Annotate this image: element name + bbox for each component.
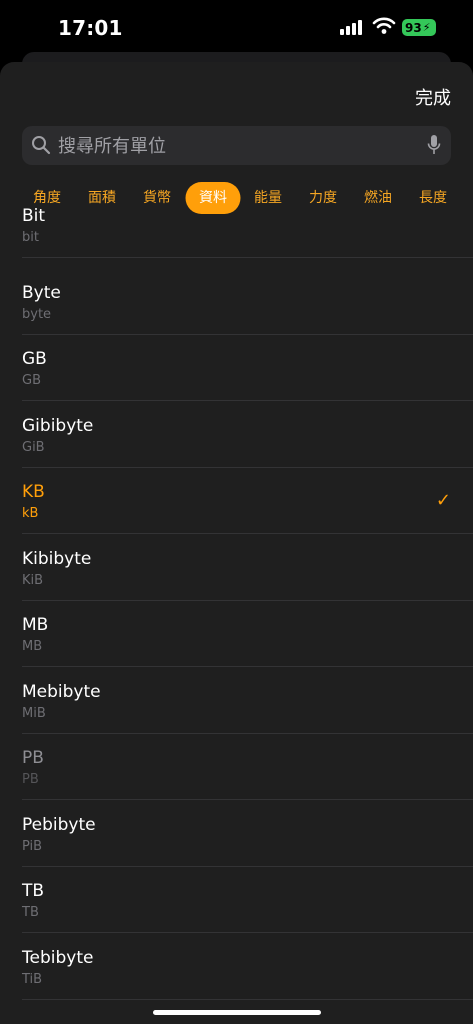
- unit-picker-sheet: 完成 角度 面積 貨幣 資料 能量 力度 燃油 長度 Bit bit Byte …: [0, 62, 473, 1024]
- unit-symbol: GiB: [22, 440, 45, 455]
- battery-level: 93: [405, 20, 422, 35]
- unit-symbol: kB: [22, 506, 39, 521]
- unit-row-tb[interactable]: TB TB: [0, 867, 473, 933]
- row-divider: [22, 533, 473, 534]
- row-divider: [22, 932, 473, 933]
- unit-row-mb[interactable]: MB MB: [0, 601, 473, 667]
- unit-row-kibibyte[interactable]: Kibibyte KiB: [0, 535, 473, 601]
- unit-name: Pebibyte: [22, 815, 96, 835]
- unit-row-pb[interactable]: PB PB: [0, 734, 473, 800]
- unit-name: KB: [22, 482, 45, 502]
- unit-symbol: bit: [22, 230, 39, 245]
- unit-name: MB: [22, 615, 49, 635]
- unit-row-gb[interactable]: GB GB: [0, 335, 473, 401]
- done-button[interactable]: 完成: [415, 84, 451, 110]
- unit-row-gibibyte[interactable]: Gibibyte GiB: [0, 402, 473, 468]
- cellular-signal-icon: [340, 20, 362, 35]
- wifi-icon: [372, 17, 396, 34]
- unit-symbol: TiB: [22, 972, 43, 987]
- unit-row-pebibyte[interactable]: Pebibyte PiB: [0, 801, 473, 867]
- unit-name: Byte: [22, 283, 61, 303]
- charging-bolt-icon: ⚡: [422, 21, 431, 34]
- unit-row-kb[interactable]: KB kB ✓: [0, 468, 473, 534]
- unit-name: Kibibyte: [22, 549, 92, 569]
- unit-row-tebibyte[interactable]: Tebibyte TiB: [0, 934, 473, 1000]
- unit-name: Gibibyte: [22, 416, 94, 436]
- unit-symbol: MB: [22, 639, 43, 654]
- search-field[interactable]: [22, 126, 451, 167]
- unit-symbol: TB: [22, 905, 39, 920]
- unit-row-mebibyte[interactable]: Mebibyte MiB: [0, 668, 473, 734]
- row-divider: [22, 666, 473, 667]
- unit-name: TB: [22, 881, 45, 901]
- row-divider: [22, 999, 473, 1000]
- home-indicator[interactable]: [153, 1010, 321, 1015]
- row-divider: [22, 400, 473, 401]
- unit-name: GB: [22, 349, 47, 369]
- unit-symbol: KiB: [22, 573, 44, 588]
- search-input[interactable]: [56, 126, 410, 167]
- checkmark-icon: ✓: [435, 490, 451, 511]
- microphone-icon[interactable]: [427, 134, 441, 156]
- battery-indicator: 93 ⚡: [402, 19, 436, 36]
- status-bar: 17:01 93 ⚡: [0, 0, 473, 56]
- status-time: 17:01: [58, 16, 123, 40]
- unit-symbol: PB: [22, 772, 39, 787]
- unit-name: PB: [22, 748, 44, 768]
- unit-row-byte[interactable]: Byte byte: [0, 269, 473, 335]
- search-icon: [32, 136, 51, 155]
- unit-symbol: GB: [22, 373, 41, 388]
- unit-symbol: MiB: [22, 706, 46, 721]
- row-divider: [22, 257, 473, 258]
- unit-symbol: byte: [22, 307, 52, 322]
- row-divider: [22, 799, 473, 800]
- unit-symbol: PiB: [22, 839, 43, 854]
- unit-row-bit[interactable]: Bit bit: [0, 202, 473, 258]
- unit-name: Tebibyte: [22, 948, 94, 968]
- unit-name: Bit: [22, 206, 46, 226]
- unit-name: Mebibyte: [22, 682, 101, 702]
